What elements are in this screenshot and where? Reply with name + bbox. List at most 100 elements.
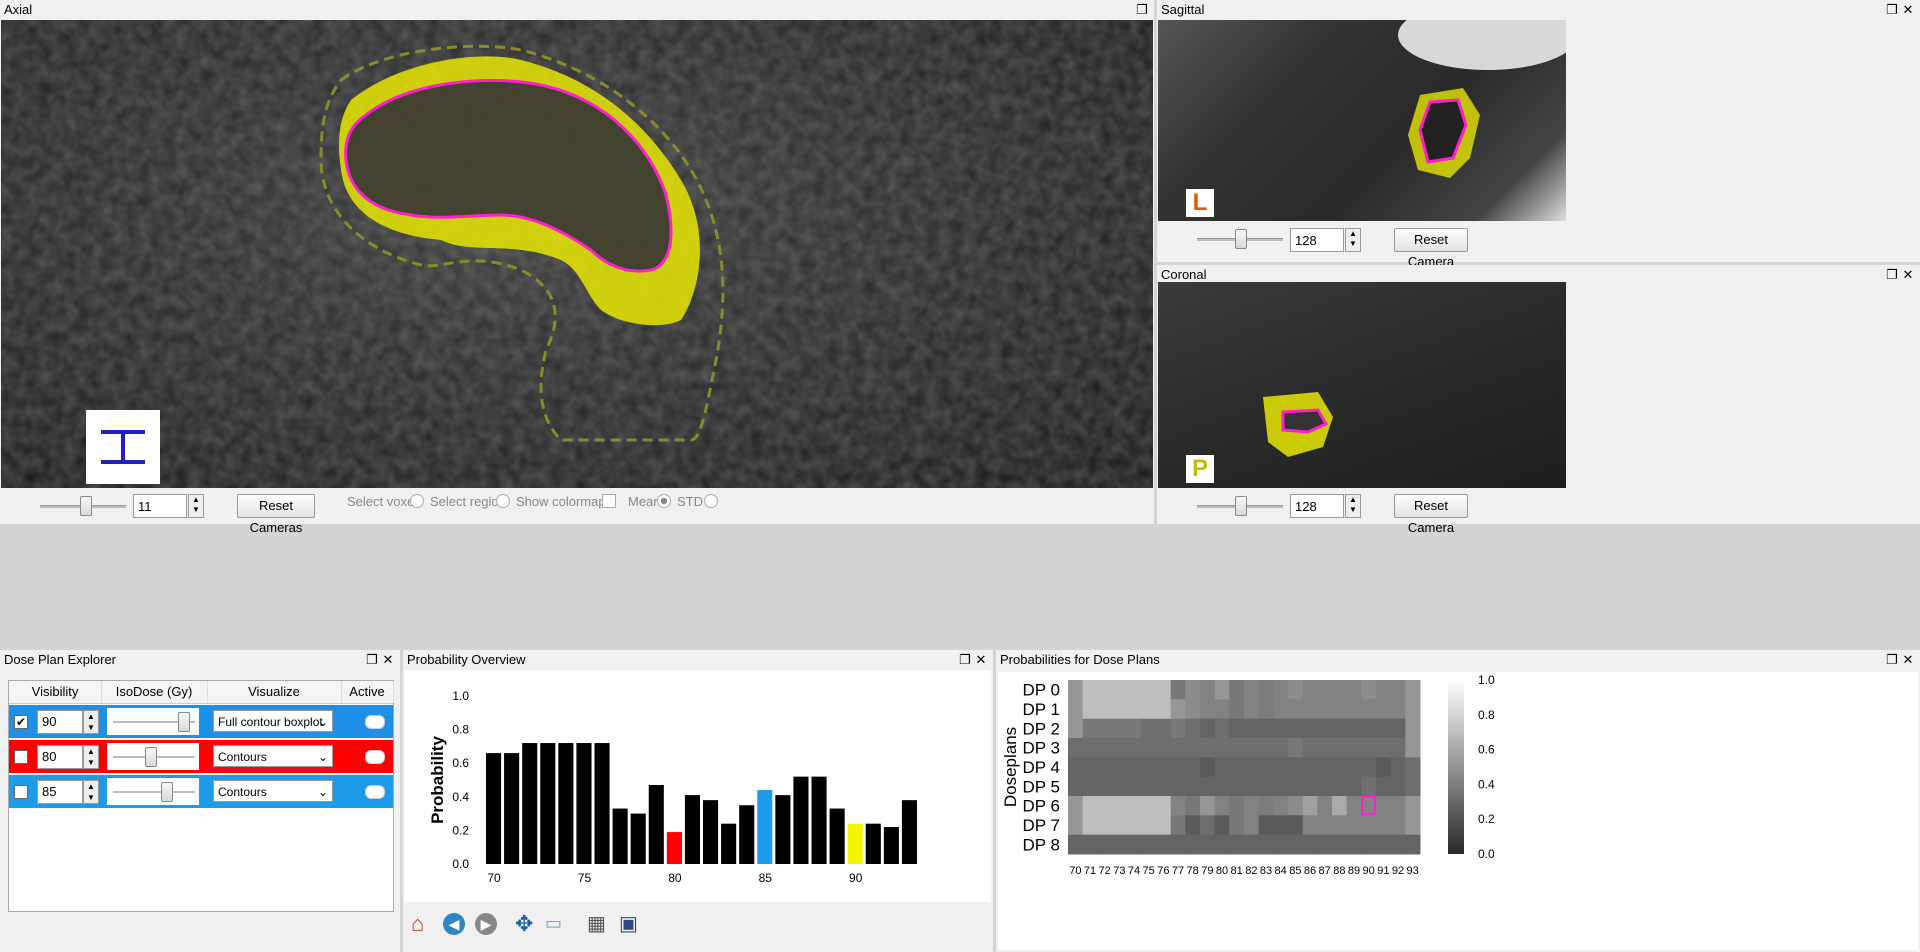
visibility-checkbox[interactable] (14, 785, 28, 799)
heatmap-cell[interactable] (1229, 718, 1245, 739)
axial-slice-spin[interactable]: ▲ ▼ (188, 494, 204, 518)
heatmap-cell[interactable] (1390, 680, 1406, 700)
heatmap-cell[interactable] (1390, 699, 1406, 720)
heatmap-cell[interactable] (1097, 815, 1113, 836)
heatmap-cell[interactable] (1361, 699, 1377, 720)
heatmap-cell[interactable] (1214, 680, 1230, 700)
heatmap-cell[interactable] (1332, 738, 1348, 758)
probability-bar-chart[interactable]: 0.0 0.2 0.4 0.6 0.8 1.0 Probability 70 75 80 85 90 (405, 670, 991, 902)
heatmap-cell[interactable] (1332, 680, 1348, 700)
heatmap-cell[interactable] (1068, 699, 1084, 720)
heatmap-cell[interactable] (1214, 834, 1230, 855)
heatmap-cell[interactable] (1405, 834, 1421, 855)
heatmap-cell[interactable] (1214, 718, 1230, 739)
heatmap-cell[interactable] (1156, 796, 1172, 816)
sagittal-slice-input[interactable] (1290, 228, 1344, 252)
heatmap-cell[interactable] (1405, 815, 1421, 836)
heatmap-cell[interactable] (1214, 757, 1230, 778)
heatmap-cell[interactable] (1317, 776, 1333, 797)
heatmap-cell[interactable] (1068, 815, 1084, 836)
bar[interactable] (630, 813, 646, 864)
isodose-slider-thumb[interactable] (144, 747, 157, 767)
heatmap-cell[interactable] (1126, 815, 1142, 836)
heatmap-cell[interactable] (1258, 796, 1274, 816)
heatmap-cell[interactable] (1317, 718, 1333, 739)
heatmap-cell[interactable] (1097, 738, 1113, 758)
heatmap-cell[interactable] (1302, 718, 1318, 739)
bar[interactable] (847, 823, 863, 864)
bar[interactable] (576, 743, 592, 864)
coronal-slice-slider-thumb[interactable] (1235, 496, 1247, 516)
heatmap-cell[interactable] (1390, 796, 1406, 816)
heatmap-cell[interactable] (1244, 757, 1260, 778)
heatmap-cell[interactable] (1390, 815, 1406, 836)
heatmap-cell[interactable] (1229, 796, 1245, 816)
axial-view[interactable] (1, 20, 1153, 488)
heatmap-cell[interactable] (1302, 796, 1318, 816)
heatmap-cell[interactable] (1405, 680, 1421, 700)
heatmap-cell[interactable] (1376, 834, 1392, 855)
heatmap-cell[interactable] (1302, 776, 1318, 797)
heatmap-cell[interactable] (1112, 718, 1128, 739)
heatmap-cell[interactable] (1112, 699, 1128, 720)
heatmap-cell[interactable] (1082, 699, 1098, 720)
heatmap-cell[interactable] (1258, 699, 1274, 720)
sagittal-slice-slider-thumb[interactable] (1235, 229, 1247, 249)
sagittal-slice-field[interactable] (1291, 229, 1343, 251)
heatmap-cell[interactable] (1302, 815, 1318, 836)
heatmap-cell[interactable] (1185, 757, 1201, 778)
heatmap-cell[interactable] (1229, 738, 1245, 758)
heatmap-cell[interactable] (1288, 718, 1304, 739)
active-toggle[interactable] (365, 785, 385, 799)
bar[interactable] (540, 743, 556, 864)
heatmap-cell[interactable] (1082, 738, 1098, 758)
heatmap-cell[interactable] (1200, 680, 1216, 700)
bar[interactable] (648, 785, 664, 864)
heatmap-cell[interactable] (1082, 796, 1098, 816)
heatmap-cell[interactable] (1258, 718, 1274, 739)
heatmap-cell[interactable] (1361, 815, 1377, 836)
heatmap-cell[interactable] (1317, 680, 1333, 700)
heatmap-cell[interactable] (1068, 834, 1084, 855)
bar[interactable] (811, 776, 827, 864)
isodose-value-input[interactable]: 80 (37, 745, 83, 769)
heatmap-cell[interactable] (1273, 815, 1289, 836)
explorer-row[interactable]: ✔ 90 ▲ ▼ Full contour boxplot ⌄ (9, 705, 393, 738)
heatmap-cell[interactable] (1288, 699, 1304, 720)
isodose-slider-thumb[interactable] (177, 712, 190, 732)
heatmap-cell[interactable] (1405, 796, 1421, 816)
isodose-value-input[interactable]: 90 (37, 710, 83, 734)
heatmap-cell[interactable] (1214, 699, 1230, 720)
heatmap-cell[interactable] (1185, 796, 1201, 816)
heatmap-cell[interactable] (1141, 796, 1157, 816)
heatmap-cell[interactable] (1185, 776, 1201, 797)
heatmap-cell[interactable] (1332, 757, 1348, 778)
pan-icon[interactable]: ✥ (515, 911, 533, 937)
heatmap-cell[interactable] (1097, 776, 1113, 797)
sagittal-reset-camera-button[interactable]: Reset Camera (1394, 228, 1468, 269)
heatmap-cell[interactable] (1068, 680, 1084, 700)
heatmap-cell[interactable] (1185, 718, 1201, 739)
axial-slice-field[interactable] (134, 495, 186, 517)
forward-icon[interactable]: ▶ (475, 913, 497, 935)
heatmap-cell[interactable] (1288, 757, 1304, 778)
heatmap-cell[interactable] (1244, 680, 1260, 700)
heatmap-cell[interactable] (1302, 680, 1318, 700)
bar[interactable] (522, 743, 538, 864)
heatmap-cell[interactable] (1156, 718, 1172, 739)
isodose-value-input[interactable]: 85 (37, 780, 83, 804)
coronal-slice-spin[interactable]: ▲ ▼ (1345, 494, 1361, 518)
heatmap-cell[interactable] (1346, 796, 1362, 816)
home-icon[interactable]: ⌂ (411, 911, 424, 937)
heatmap-cell[interactable] (1068, 757, 1084, 778)
heatmap-cell[interactable] (1376, 680, 1392, 700)
heatmap-cell[interactable] (1288, 776, 1304, 797)
active-toggle[interactable] (365, 750, 385, 764)
heatmap-cell[interactable] (1229, 815, 1245, 836)
isodose-slider-thumb[interactable] (161, 782, 174, 802)
heatmap-cell[interactable] (1302, 834, 1318, 855)
visualize-select[interactable]: Contours ⌄ (213, 780, 333, 802)
heatmap-cell[interactable] (1244, 738, 1260, 758)
heatmap-cell[interactable] (1361, 757, 1377, 778)
heatmap-cell[interactable] (1097, 757, 1113, 778)
